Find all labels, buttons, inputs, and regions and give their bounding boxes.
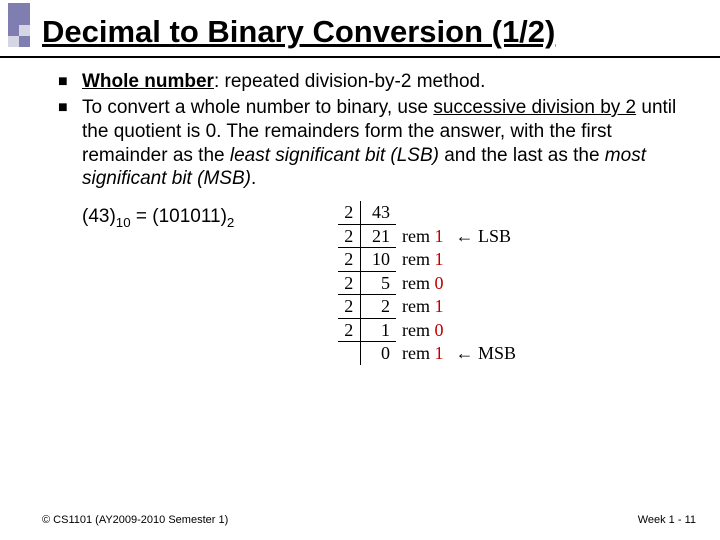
content-area: ■ Whole number: repeated division-by-2 m… [0,58,720,365]
remainder-cell [396,201,449,224]
bullet-text: Whole number: repeated division-by-2 met… [82,70,696,94]
footer-page: Week 1 - 11 [638,514,696,526]
remainder-cell: rem 0 [396,271,449,295]
footer-copyright: © CS1101 (AY2009-2010 Semester 1) [42,514,228,526]
quotient-cell: 1 [360,318,396,342]
bullet-marker: ■ [58,96,82,191]
division-row: 0rem 1← MSB [338,342,522,365]
quotient-cell: 2 [360,295,396,319]
quotient-cell: 21 [360,224,396,248]
division-row: 221rem 1← LSB [338,224,522,248]
slide-accent [8,3,30,55]
division-row: 21rem 0 [338,318,522,342]
bullet-lead: Whole number [82,71,214,92]
remainder-cell: rem 1 [396,224,449,248]
note-cell [449,295,522,319]
divisor-cell [338,342,360,365]
quotient-cell: 0 [360,342,396,365]
bullet-rest: : repeated division-by-2 method. [214,71,485,92]
quotient-cell: 43 [360,201,396,224]
remainder-cell: rem 1 [396,248,449,272]
divisor-cell: 2 [338,318,360,342]
division-row: 210rem 1 [338,248,522,272]
divisor-cell: 2 [338,224,360,248]
division-diagram: 243221rem 1← LSB210rem 125rem 022rem 121… [338,201,523,365]
bullet-item: ■ Whole number: repeated division-by-2 m… [58,70,696,94]
quotient-cell: 5 [360,271,396,295]
example-row: (43)10 = (101011)2 243221rem 1← LSB210re… [58,201,696,365]
remainder-cell: rem 0 [396,318,449,342]
bullet-item: ■ To convert a whole number to binary, u… [58,96,696,191]
example-equation: (43)10 = (101011)2 [58,201,338,231]
bullet-marker: ■ [58,70,82,94]
note-cell [449,271,522,295]
note-cell: ← LSB [449,224,522,248]
remainder-cell: rem 1 [396,342,449,365]
remainder-cell: rem 1 [396,295,449,319]
bullet-text: To convert a whole number to binary, use… [82,96,696,191]
note-cell [449,318,522,342]
note-cell: ← MSB [449,342,522,365]
note-cell [449,248,522,272]
divisor-cell: 2 [338,248,360,272]
quotient-cell: 10 [360,248,396,272]
divisor-cell: 2 [338,271,360,295]
division-row: 243 [338,201,522,224]
division-row: 25rem 0 [338,271,522,295]
note-cell [449,201,522,224]
page-title: Decimal to Binary Conversion (1/2) [0,0,720,58]
divisor-cell: 2 [338,295,360,319]
divisor-cell: 2 [338,201,360,224]
division-row: 22rem 1 [338,295,522,319]
